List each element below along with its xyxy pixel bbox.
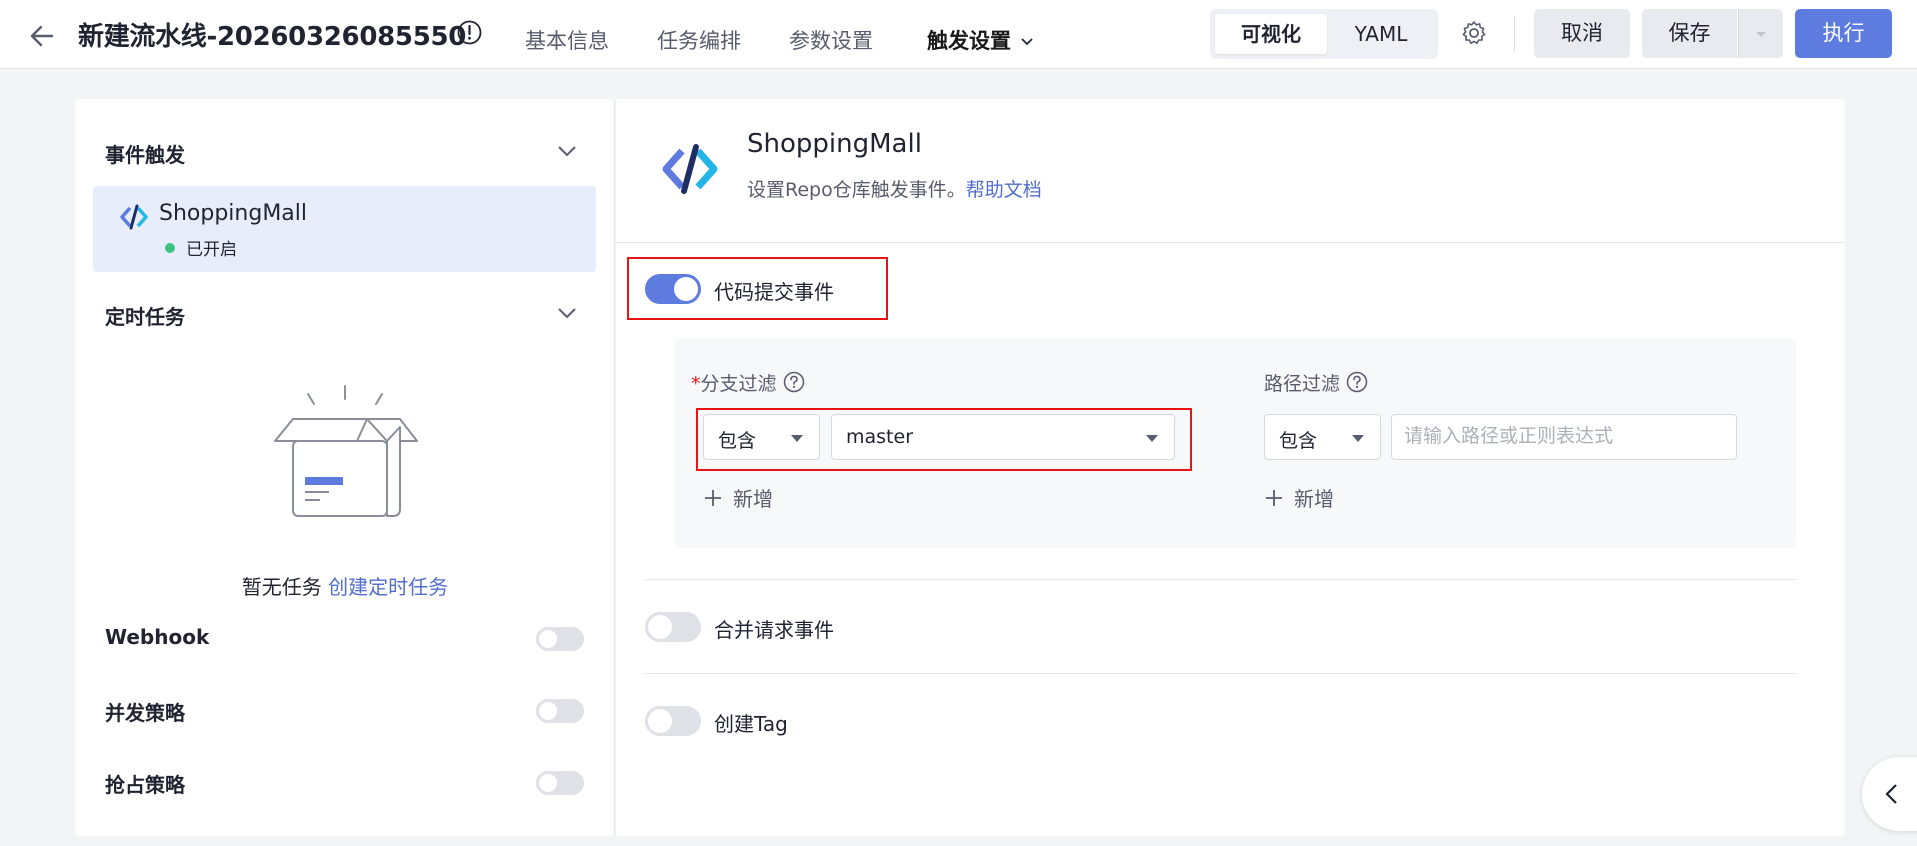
push-event-label: 代码提交事件 <box>714 280 834 304</box>
header-divider <box>616 242 1845 243</box>
event-trigger-heading: 事件触发 <box>105 143 185 167</box>
path-input[interactable] <box>1391 414 1737 460</box>
save-button[interactable]: 保存 <box>1642 9 1737 58</box>
preemption-policy-label: 抢占策略 <box>105 773 185 797</box>
chevron-left-icon <box>1885 784 1897 804</box>
yaml-mode-button[interactable]: YAML <box>1329 14 1433 54</box>
section-divider <box>645 673 1796 674</box>
trigger-sidebar: 事件触发 ShoppingMall 已开启 定时任务 暂无任务 创建定时任务 W… <box>75 99 615 836</box>
tab-trigger-settings[interactable]: 触发设置 <box>927 25 1035 55</box>
section-divider <box>645 579 1796 580</box>
path-filter-text: 路径过滤 <box>1264 373 1341 395</box>
tab-trigger-settings-label: 触发设置 <box>927 29 1011 53</box>
preemption-policy-toggle[interactable] <box>536 771 584 795</box>
concurrency-policy-toggle[interactable] <box>536 699 584 723</box>
create-tag-toggle[interactable] <box>645 706 701 736</box>
tab-parameters[interactable]: 参数设置 <box>789 25 873 55</box>
branch-value-select[interactable]: master <box>831 414 1175 460</box>
caret-down-icon <box>1352 435 1364 442</box>
empty-state-text: 暂无任务 创建定时任务 <box>75 571 615 600</box>
path-filter-label: 路径过滤 <box>1264 369 1368 398</box>
branch-filter-text: 分支过滤 <box>700 373 777 395</box>
merge-request-label: 合并请求事件 <box>714 618 834 642</box>
tab-basic-info[interactable]: 基本信息 <box>525 25 609 55</box>
back-arrow-icon[interactable] <box>26 20 58 52</box>
add-path-filter-button[interactable]: 新增 <box>1264 483 1334 513</box>
subtitle-text: 设置Repo仓库触发事件。 <box>747 179 966 201</box>
toolbar-divider <box>1514 16 1515 52</box>
status-dot <box>165 243 175 253</box>
merge-request-toggle[interactable] <box>645 612 701 642</box>
repo-title: ShoppingMall <box>747 129 922 159</box>
repo-logo-icon <box>660 143 720 195</box>
empty-box-illustration <box>245 364 445 524</box>
cancel-button[interactable]: 取消 <box>1534 9 1630 58</box>
add-branch-filter-button[interactable]: 新增 <box>703 483 773 513</box>
repo-subtitle: 设置Repo仓库触发事件。帮助文档 <box>747 175 1042 202</box>
tab-task-orchestration[interactable]: 任务编排 <box>657 25 741 55</box>
caret-down-icon <box>1146 435 1158 442</box>
branch-filter-label: *分支过滤 <box>691 369 805 398</box>
repo-logo-icon <box>119 204 149 230</box>
branch-match-value: 包含 <box>718 430 757 452</box>
add-label: 新增 <box>1294 487 1334 511</box>
panel-collapse-button[interactable] <box>1862 757 1917 831</box>
add-label: 新增 <box>733 487 773 511</box>
path-match-select[interactable]: 包含 <box>1264 414 1381 460</box>
gear-icon[interactable] <box>1459 18 1489 48</box>
repo-trigger-item[interactable]: ShoppingMall 已开启 <box>93 186 596 272</box>
create-scheduled-task-link[interactable]: 创建定时任务 <box>328 575 448 599</box>
run-button[interactable]: 执行 <box>1795 9 1892 58</box>
branch-value: master <box>846 426 914 448</box>
pipeline-title: 新建流水线-20260326085550 <box>78 22 467 52</box>
webhook-toggle[interactable] <box>536 627 584 651</box>
info-icon[interactable] <box>456 19 483 46</box>
push-event-toggle[interactable] <box>645 274 701 304</box>
plus-icon <box>703 488 723 513</box>
branch-match-select[interactable]: 包含 <box>703 414 820 460</box>
trigger-detail-panel: ShoppingMall 设置Repo仓库触发事件。帮助文档 代码提交事件 *分… <box>616 99 1845 836</box>
repo-name: ShoppingMall <box>159 201 308 226</box>
visual-mode-button[interactable]: 可视化 <box>1215 14 1327 54</box>
webhook-label: Webhook <box>105 625 210 649</box>
create-tag-label: 创建Tag <box>714 712 788 736</box>
help-doc-link[interactable]: 帮助文档 <box>966 179 1042 201</box>
path-match-value: 包含 <box>1279 430 1318 452</box>
chevron-down-icon <box>1019 30 1035 54</box>
help-icon[interactable] <box>783 371 805 398</box>
chevron-down-icon[interactable] <box>555 139 579 163</box>
repo-status-text: 已开启 <box>186 240 237 260</box>
scheduled-task-heading: 定时任务 <box>105 305 185 329</box>
concurrency-policy-label: 并发策略 <box>105 701 185 725</box>
help-icon[interactable] <box>1346 371 1368 398</box>
no-task-text: 暂无任务 <box>241 575 322 599</box>
caret-down-icon <box>791 435 803 442</box>
view-mode-switch: 可视化 YAML <box>1210 9 1438 59</box>
save-options-dropdown[interactable] <box>1738 9 1783 58</box>
chevron-down-icon[interactable] <box>555 301 579 325</box>
plus-icon <box>1264 488 1284 513</box>
top-bar: 新建流水线-20260326085550 基本信息 任务编排 参数设置 触发设置… <box>0 0 1917 69</box>
